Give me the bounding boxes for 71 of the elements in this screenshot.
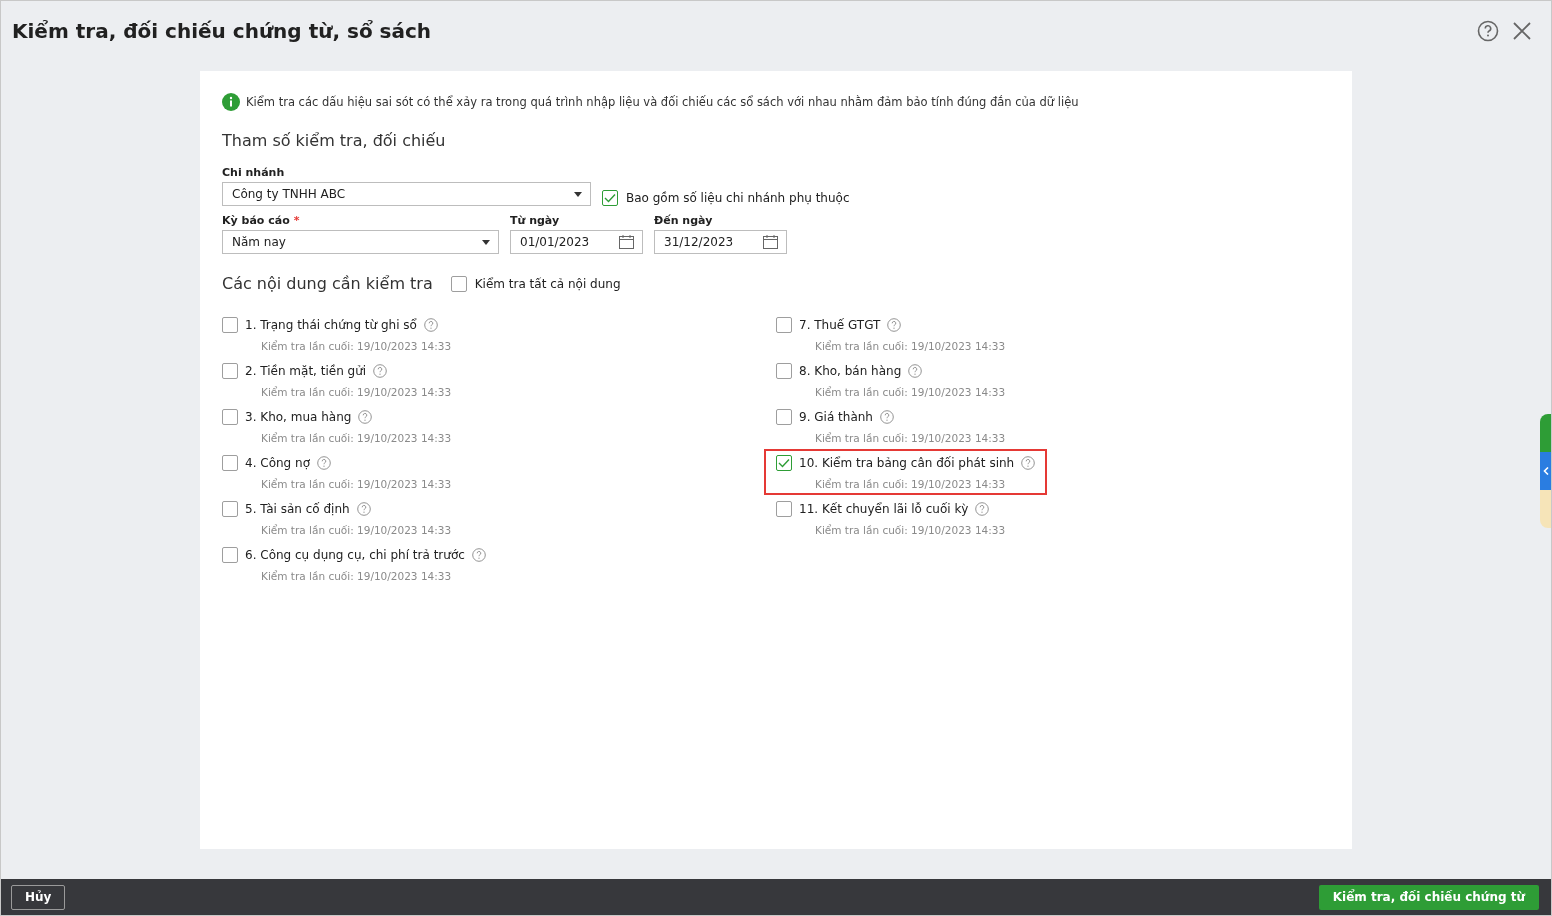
checkbox[interactable] [222, 317, 238, 333]
period-select[interactable]: Năm nay [222, 230, 499, 254]
field-label: Đến ngày [654, 214, 714, 227]
chevron-left-icon [1542, 467, 1549, 475]
date-field[interactable]: 01/01/2023 [510, 230, 643, 254]
checkbox[interactable] [776, 317, 792, 333]
checkbox[interactable] [602, 190, 618, 206]
checkbox[interactable] [222, 501, 238, 517]
field-label: Từ ngày [510, 214, 561, 227]
section-heading: Các nội dung cần kiểm tra [222, 274, 433, 293]
last-check-text: Kiểm tra lần cuối: 19/10/2023 14:33 [261, 432, 452, 444]
help-icon[interactable] [879, 410, 894, 424]
help-icon[interactable] [373, 364, 388, 378]
last-check-text: Kiểm tra lần cuối: 19/10/2023 14:33 [815, 432, 1006, 444]
calendar-icon[interactable] [619, 235, 634, 249]
submit-button[interactable]: Kiểm tra, đối chiếu chứng từ [1318, 884, 1539, 910]
checkbox[interactable] [776, 409, 792, 425]
help-icon[interactable] [908, 364, 923, 378]
dropdown-caret-icon [482, 239, 490, 245]
side-panel-tab[interactable] [1540, 414, 1551, 528]
window-title: Kiểm tra, đối chiếu chứng từ, sổ sách [12, 19, 433, 43]
checkbox-label: 5. Tài sản cố định [245, 502, 350, 516]
section-heading: Tham số kiểm tra, đối chiếu [222, 131, 447, 150]
field-label: Kỳ báo cáo * [222, 214, 301, 227]
help-button[interactable] [1477, 20, 1499, 42]
checkbox[interactable] [222, 455, 238, 471]
dropdown-caret-icon [574, 191, 582, 197]
checkbox[interactable] [776, 363, 792, 379]
field-label: Chi nhánh [222, 166, 286, 179]
checkbox-label: 8. Kho, bán hàng [799, 364, 902, 378]
info-text: Kiểm tra các dấu hiệu sai sót có thể xảy ra trong quá trình nhập liệu và đối chiếu các sổ sách với nhau nhằm đảm bảo tính đúng đắn của dữ liệu [246, 95, 1079, 109]
last-check-text: Kiểm tra lần cuối: 19/10/2023 14:33 [261, 570, 453, 582]
last-check-text: Kiểm tra lần cuối: 19/10/2023 14:33 [815, 340, 1006, 352]
help-icon[interactable] [1021, 456, 1036, 470]
checkbox[interactable] [222, 547, 238, 563]
help-icon[interactable] [358, 410, 373, 424]
help-icon[interactable] [423, 318, 438, 332]
checkbox-label: 1. Trạng thái chứng từ ghi sổ [245, 318, 417, 332]
checkbox-label: 9. Giá thành [799, 410, 873, 424]
last-check-text: Kiểm tra lần cuối: 19/10/2023 14:33 [815, 386, 1006, 398]
info-icon [222, 93, 240, 111]
checkbox-label: 7. Thuế GTGT [799, 318, 881, 332]
checkbox[interactable] [776, 455, 792, 471]
checkbox-label: 4. Công nợ [245, 456, 310, 470]
last-check-text: Kiểm tra lần cuối: 19/10/2023 14:33 [815, 478, 1007, 490]
checkbox-label: 10. Kiểm tra bảng cân đối phát sinh [799, 456, 1015, 470]
checkbox-label: Kiểm tra tất cả nội dung [474, 276, 621, 291]
help-icon[interactable] [975, 502, 990, 516]
cancel-button[interactable]: Hủy [11, 884, 66, 910]
branch-select[interactable]: Công ty TNHH ABC [222, 182, 591, 206]
checkbox[interactable] [450, 275, 467, 292]
checkbox-label: 6. Công cụ dụng cụ, chi phí trả trước [245, 548, 465, 562]
last-check-text: Kiểm tra lần cuối: 19/10/2023 14:33 [815, 524, 1006, 536]
checkbox-label: 3. Kho, mua hàng [245, 410, 352, 424]
help-icon[interactable] [471, 548, 486, 562]
checkbox[interactable] [222, 363, 238, 379]
help-icon[interactable] [316, 456, 331, 470]
help-icon[interactable] [887, 318, 902, 332]
last-check-text: Kiểm tra lần cuối: 19/10/2023 14:33 [261, 478, 452, 490]
last-check-text: Kiểm tra lần cuối: 19/10/2023 14:33 [261, 524, 452, 536]
date-field[interactable]: 31/12/2023 [654, 230, 787, 254]
checkbox[interactable] [776, 501, 792, 517]
calendar-icon[interactable] [763, 235, 778, 249]
last-check-text: Kiểm tra lần cuối: 19/10/2023 14:33 [261, 386, 452, 398]
checkbox-label: 2. Tiền mặt, tiền gửi [245, 364, 367, 378]
last-check-text: Kiểm tra lần cuối: 19/10/2023 14:33 [261, 340, 452, 352]
checkbox-label: 11. Kết chuyển lãi lỗ cuối kỳ [799, 502, 969, 516]
checkbox[interactable] [222, 409, 238, 425]
checkbox-label: Bao gồm số liệu chi nhánh phụ thuộc [626, 191, 850, 205]
help-icon[interactable] [356, 502, 371, 516]
close-button[interactable] [1513, 22, 1531, 40]
